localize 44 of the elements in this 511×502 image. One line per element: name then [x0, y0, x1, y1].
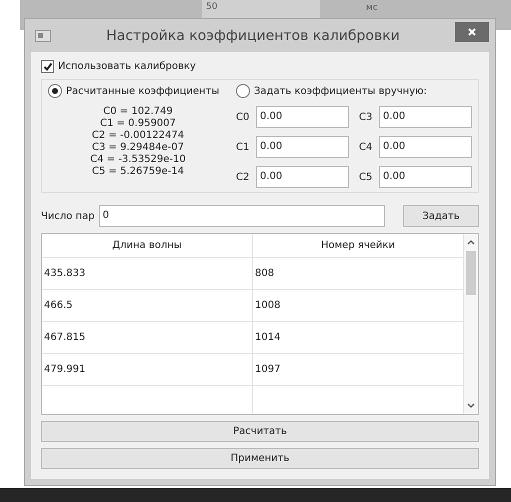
radio-button[interactable]: [236, 84, 250, 98]
close-button[interactable]: [455, 22, 489, 42]
table-cell: 479.991: [42, 353, 253, 385]
checkbox-label: Использовать калибровку: [58, 61, 196, 72]
coefficient-text: C2 = -0.00122474: [92, 130, 184, 142]
input-field[interactable]: 0.00: [256, 166, 349, 188]
background-field[interactable]: 50: [202, 0, 320, 18]
action-button[interactable]: Расчитать: [41, 421, 479, 442]
scroll-up-icon: [467, 239, 475, 245]
coefficient-label: C1: [236, 142, 250, 152]
set-button[interactable]: Задать: [403, 205, 479, 227]
table-cell: 467.815: [42, 321, 253, 353]
table-cell: 466.5: [42, 289, 253, 321]
coefficient-text: C5 = 5.26759e-14: [92, 166, 184, 178]
app-icon: [35, 30, 51, 42]
window-title: Настройка коэффициентов калибровки: [105, 28, 401, 44]
close-icon: [467, 26, 477, 36]
scrollbar[interactable]: [464, 234, 478, 414]
coefficient-text: C4 = -3.53529e-10: [90, 154, 186, 166]
checkbox[interactable]: [41, 60, 54, 73]
coefficient-text: C0 = 102.749: [103, 106, 173, 118]
input-field[interactable]: 0.00: [256, 136, 349, 158]
action-button[interactable]: Применить: [41, 448, 479, 469]
coefficient-label: C4: [359, 142, 374, 152]
input-field[interactable]: 0.00: [379, 106, 472, 128]
radio-label: Расчитанные коэффициенты: [66, 86, 220, 96]
coefficient-text: C3 = 9.29484e-07: [92, 142, 184, 154]
radio-label: Задать коэффициенты вручную:: [254, 86, 427, 96]
input-field[interactable]: 0.00: [379, 166, 472, 188]
coefficient-label: C0: [236, 112, 250, 122]
table-cell: 435.833: [42, 257, 253, 289]
column-header[interactable]: Длина волны: [42, 234, 253, 257]
coefficient-label: C3: [359, 112, 374, 122]
coefficient-text: C1 = 0.959007: [100, 118, 176, 130]
scroll-down-icon: [467, 403, 475, 409]
radio-button[interactable]: [48, 84, 62, 98]
input-field[interactable]: 0.00: [256, 106, 349, 128]
pairs-label: Число пар: [41, 210, 95, 222]
input-field[interactable]: 0: [98, 205, 385, 227]
coefficient-label: C5: [359, 172, 374, 182]
input-field[interactable]: 0.00: [379, 136, 472, 158]
coefficient-label: C2: [236, 172, 250, 182]
background-label: мс: [365, 2, 379, 15]
scroll-thumb[interactable]: [466, 251, 476, 295]
